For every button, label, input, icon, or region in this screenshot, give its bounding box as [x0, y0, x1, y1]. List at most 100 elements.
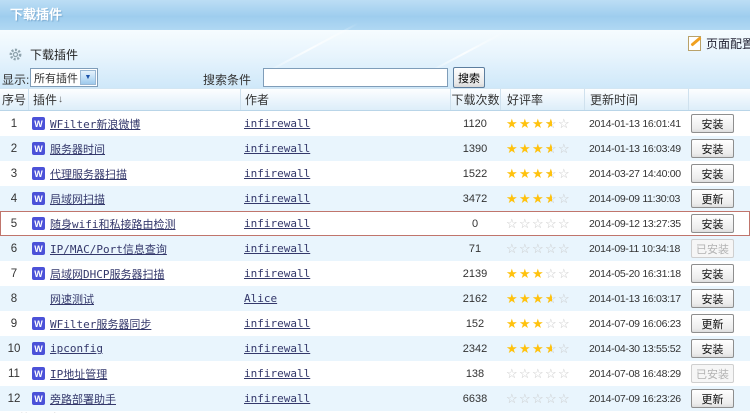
install-button[interactable]: 安装 [691, 139, 734, 158]
row-index: 8 [0, 286, 28, 311]
star-empty-icon: ☆ [519, 217, 532, 230]
rating-stars[interactable]: ★★★★☆☆ [500, 336, 584, 361]
author-link[interactable]: infirewall [244, 242, 310, 255]
star-empty-icon: ☆ [558, 292, 571, 305]
row-index: 10 [0, 336, 28, 361]
wfilter-plugin-icon: W [32, 167, 45, 180]
install-button[interactable]: 安装 [691, 114, 734, 133]
col-header-author[interactable]: 作者 [240, 89, 450, 110]
selected-filter-value: 所有插件 [31, 70, 80, 86]
install-button[interactable]: 安装 [691, 214, 734, 233]
plugin-name-link[interactable]: ipconfig [50, 342, 103, 355]
install-button[interactable]: 安装 [691, 164, 734, 183]
update-button[interactable]: 更新 [691, 189, 734, 208]
update-time: 2014-07-09 16:06:23 [584, 311, 688, 336]
col-header-plugin[interactable]: 插件↓ [28, 89, 240, 110]
rating-stars[interactable]: ★★★★☆☆ [500, 136, 584, 161]
plugin-name-link[interactable]: IP地址管理 [50, 366, 107, 382]
star-empty-icon: ☆ [519, 242, 532, 255]
download-count: 2162 [450, 286, 500, 311]
plugin-name-link[interactable]: 局域网DHCP服务器扫描 [50, 266, 165, 282]
star-empty-icon: ☆ [558, 167, 571, 180]
download-count: 3472 [450, 186, 500, 211]
download-plugins-page: 下载插件 页面配置 下载插件 显示: 所有插件 ▼ 搜索条件 搜索 [0, 0, 750, 413]
row-index: 6 [0, 236, 28, 261]
col-header-downloads[interactable]: 下载次数 [450, 89, 500, 110]
star-empty-icon: ☆ [558, 392, 571, 405]
rating-stars[interactable]: ★★★★☆☆ [500, 111, 584, 136]
rating-stars[interactable]: ☆☆☆☆☆ [500, 236, 584, 261]
rating-stars[interactable]: ★★★☆☆ [500, 261, 584, 286]
plugin-name-link[interactable]: WFilter服务器同步 [50, 316, 151, 332]
window-title-bar: 下载插件 [0, 0, 750, 30]
rating-stars[interactable]: ☆☆☆☆☆ [500, 211, 584, 236]
author-link[interactable]: infirewall [244, 367, 310, 380]
author-link[interactable]: Alice [244, 292, 277, 305]
search-input[interactable] [263, 68, 448, 87]
author-link[interactable]: infirewall [244, 392, 310, 405]
rating-stars[interactable]: ☆☆☆☆☆ [500, 361, 584, 386]
plugin-name-link[interactable]: 旁路部署助手 [50, 391, 116, 407]
star-empty-icon: ☆ [519, 392, 532, 405]
wfilter-plugin-icon: W [32, 242, 45, 255]
plugin-name-link[interactable]: IP/MAC/Port信息查询 [50, 241, 167, 257]
page-config-link[interactable]: 页面配置 [688, 35, 750, 52]
star-empty-icon: ☆ [545, 217, 558, 230]
table-row: 12 W 旁路部署助手 infirewall 6638 ☆☆☆☆☆ 2014-0… [0, 386, 750, 411]
rating-stars[interactable]: ★★★★☆☆ [500, 286, 584, 311]
search-button[interactable]: 搜索 [453, 67, 485, 88]
author-link[interactable]: infirewall [244, 217, 310, 230]
rating-stars[interactable]: ★★★★☆☆ [500, 161, 584, 186]
author-link[interactable]: infirewall [244, 342, 310, 355]
install-button[interactable]: 安装 [691, 264, 734, 283]
wfilter-plugin-icon: W [32, 192, 45, 205]
star-full-icon: ★ [532, 142, 545, 155]
update-time: 2014-09-11 10:34:18 [584, 236, 688, 261]
wfilter-plugin-icon: W [32, 267, 45, 280]
plugin-name-link[interactable]: 代理服务器扫描 [50, 166, 127, 182]
page-config-label: 页面配置 [706, 35, 750, 52]
author-link[interactable]: infirewall [244, 267, 310, 280]
col-header-updated[interactable]: 更新时间 [584, 89, 688, 110]
star-full-icon: ★ [519, 317, 532, 330]
section-title-label: 下载插件 [30, 46, 78, 63]
table-row: 10 W ipconfig infirewall 2342 ★★★★☆☆ 201… [0, 336, 750, 361]
col-header-rating[interactable]: 好评率 [500, 89, 584, 110]
table-row: 9 W WFilter服务器同步 infirewall 152 ★★★☆☆ 20… [0, 311, 750, 336]
update-button[interactable]: 更新 [691, 314, 734, 333]
wfilter-plugin-icon: W [32, 217, 45, 230]
author-link[interactable]: infirewall [244, 317, 310, 330]
plugin-name-link[interactable]: 局域网扫描 [50, 191, 105, 207]
table-row: 3 W 代理服务器扫描 infirewall 1522 ★★★★☆☆ 2014-… [0, 161, 750, 186]
author-link[interactable]: infirewall [244, 192, 310, 205]
star-full-icon: ★ [532, 292, 545, 305]
install-button[interactable]: 安装 [691, 289, 734, 308]
update-time: 2014-07-08 16:48:29 [584, 361, 688, 386]
plugin-name-link[interactable]: 网速测试 [50, 291, 94, 307]
row-index: 12 [0, 386, 28, 411]
author-link[interactable]: infirewall [244, 142, 310, 155]
author-link[interactable]: infirewall [244, 117, 310, 130]
star-full-icon: ★ [519, 267, 532, 280]
update-time: 2014-03-27 14:40:00 [584, 161, 688, 186]
star-full-icon: ★ [519, 342, 532, 355]
plugin-name-link[interactable]: 随身wifi和私接路由检测 [50, 216, 176, 232]
row-index: 7 [0, 261, 28, 286]
plugin-name-link[interactable]: WFilter新浪微博 [50, 116, 140, 132]
plugin-name-link[interactable]: 服务器时间 [50, 141, 105, 157]
plugin-filter-select[interactable]: 所有插件 ▼ [30, 68, 98, 87]
star-empty-icon: ☆ [545, 367, 558, 380]
author-link[interactable]: infirewall [244, 167, 310, 180]
col-header-index[interactable]: 序号 [0, 89, 28, 110]
star-empty-icon: ☆ [558, 242, 571, 255]
update-time: 2014-09-09 11:30:03 [584, 186, 688, 211]
star-empty-icon: ☆ [519, 367, 532, 380]
update-button[interactable]: 更新 [691, 389, 734, 408]
rating-stars[interactable]: ★★★★☆☆ [500, 186, 584, 211]
rating-stars[interactable]: ☆☆☆☆☆ [500, 386, 584, 411]
page-title: 下载插件 [10, 7, 62, 22]
rating-stars[interactable]: ★★★☆☆ [500, 311, 584, 336]
update-time: 2014-01-13 16:03:17 [584, 286, 688, 311]
install-button[interactable]: 安装 [691, 339, 734, 358]
star-full-icon: ★ [532, 117, 545, 130]
